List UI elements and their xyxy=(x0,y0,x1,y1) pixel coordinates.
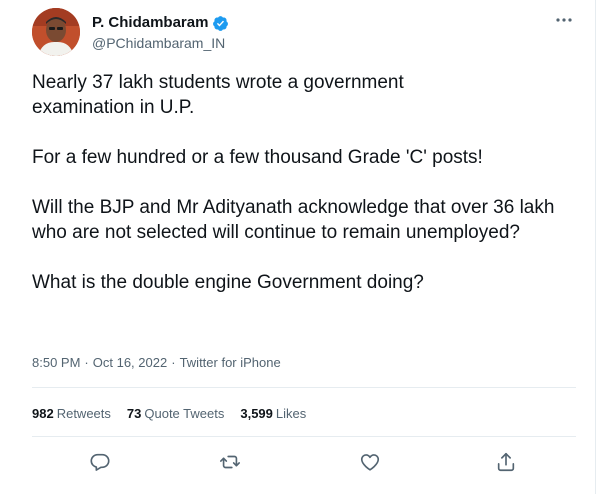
likes-stat[interactable]: 3,599 Likes xyxy=(240,406,306,422)
likes-count: 3,599 xyxy=(240,406,273,421)
author-handle[interactable]: @PChidambaram_IN xyxy=(92,34,225,52)
verified-badge-icon xyxy=(212,15,229,32)
author-display-name[interactable]: P. Chidambaram xyxy=(92,14,208,32)
retweets-label: Retweets xyxy=(56,406,111,421)
tweet-card: P. Chidambaram @PChidambaram_IN Nearly 3… xyxy=(0,0,600,494)
meta-separator: · xyxy=(171,355,176,370)
reply-icon[interactable] xyxy=(89,451,111,473)
likes-label: Likes xyxy=(275,406,307,421)
engagement-stats: 982 Retweets 73 Quote Tweets 3,599 Likes xyxy=(32,406,306,422)
divider xyxy=(32,436,576,437)
quote-tweets-label: Quote Tweets xyxy=(144,406,225,421)
tweet-date[interactable]: Oct 16, 2022 xyxy=(93,355,167,371)
tweet-paragraph: For a few hundred or a few thousand Grad… xyxy=(32,147,483,168)
card-border xyxy=(595,0,596,494)
heart-icon[interactable] xyxy=(359,451,381,473)
tweet-time[interactable]: 8:50 PM xyxy=(32,355,80,371)
tweet-paragraph: What is the double engine Government doi… xyxy=(32,272,424,293)
more-horizontal-icon[interactable] xyxy=(552,10,576,30)
quote-tweets-stat[interactable]: 73 Quote Tweets xyxy=(127,406,224,422)
retweet-icon[interactable] xyxy=(219,451,241,473)
meta-separator: · xyxy=(84,355,89,370)
tweet-metadata: 8:50 PM · Oct 16, 2022 · Twitter for iPh… xyxy=(32,355,281,371)
tweet-text: Nearly 37 lakh students wrote a governme… xyxy=(32,70,577,320)
divider xyxy=(32,387,576,388)
tweet-paragraph: Nearly 37 lakh students wrote a governme… xyxy=(32,72,404,118)
avatar[interactable] xyxy=(32,8,80,56)
retweets-stat[interactable]: 982 Retweets xyxy=(32,406,111,422)
author-name-row: P. Chidambaram xyxy=(92,14,229,32)
retweets-count: 982 xyxy=(32,406,54,421)
quote-tweets-count: 73 xyxy=(126,406,142,421)
tweet-source[interactable]: Twitter for iPhone xyxy=(180,355,281,371)
tweet-paragraph: Will the BJP and Mr Adityanath acknowled… xyxy=(32,197,555,243)
share-icon[interactable] xyxy=(495,451,517,473)
action-bar xyxy=(0,451,600,475)
